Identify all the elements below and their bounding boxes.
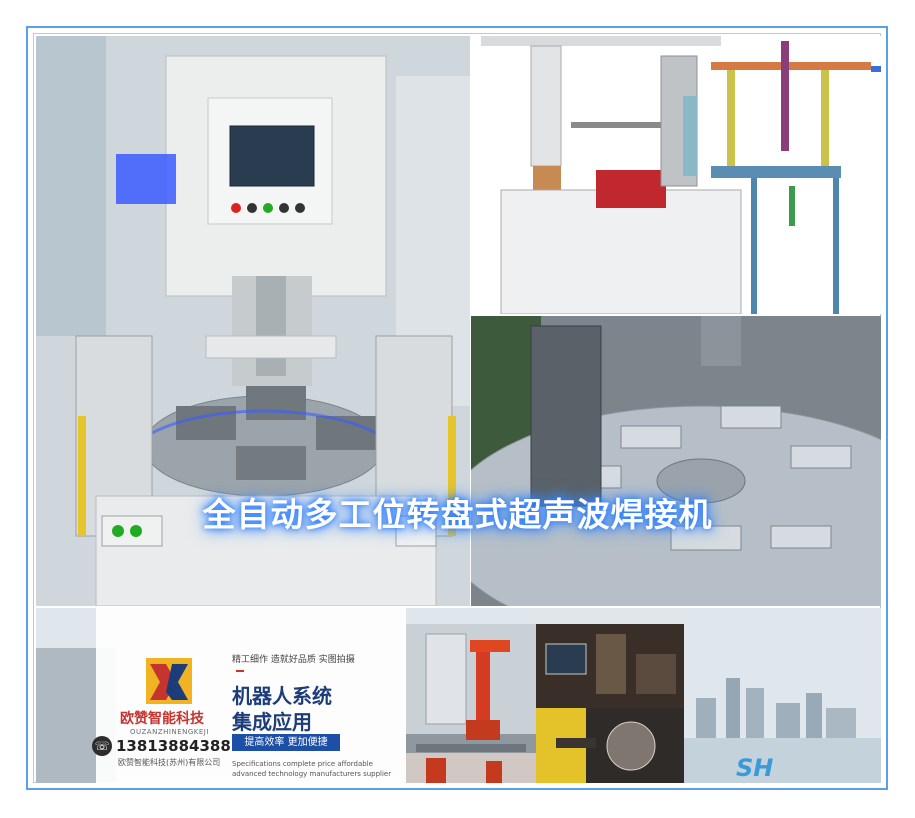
- sh-logo-icon: SH: [736, 754, 774, 782]
- cad-drawing: [471, 36, 881, 314]
- phone-icon: ☏: [92, 736, 112, 756]
- robot-photo-4: [406, 753, 536, 783]
- page-title: 全自动多工位转盘式超声波焊接机: [202, 495, 713, 534]
- company-banner: 欧赞智能科技 OUZANZHINENGKEJI ☏ 13813884388 欧赞…: [36, 608, 881, 783]
- benefit-pill: 提高效率 更加便捷: [232, 734, 340, 751]
- spec-line-1: Specifications complete price affordable: [232, 760, 373, 768]
- robot-photo-3: [536, 708, 684, 783]
- phone-number: 13813884388: [116, 737, 231, 755]
- company-full-name: 欧赞智能科技(苏州)有限公司: [118, 758, 221, 767]
- brand-logo-icon: [146, 658, 192, 704]
- turntable-illustration: [471, 316, 881, 606]
- cad-illustration: [471, 36, 881, 314]
- headline-line2: 集成应用: [232, 710, 312, 734]
- headline-line1: 机器人系统: [232, 684, 332, 708]
- spec-line-2: advanced technology manufacturers suppli…: [232, 770, 392, 778]
- brand-name-en: OUZANZHINENGKEJI: [130, 728, 209, 736]
- turntable-photo: [471, 316, 881, 606]
- robot-photo-2: [536, 624, 684, 708]
- brand-name-cn: 欧赞智能科技: [120, 711, 204, 727]
- accent-dash: [236, 670, 244, 672]
- tagline: 精工细作 造就好品质 实图拍摄: [232, 655, 355, 665]
